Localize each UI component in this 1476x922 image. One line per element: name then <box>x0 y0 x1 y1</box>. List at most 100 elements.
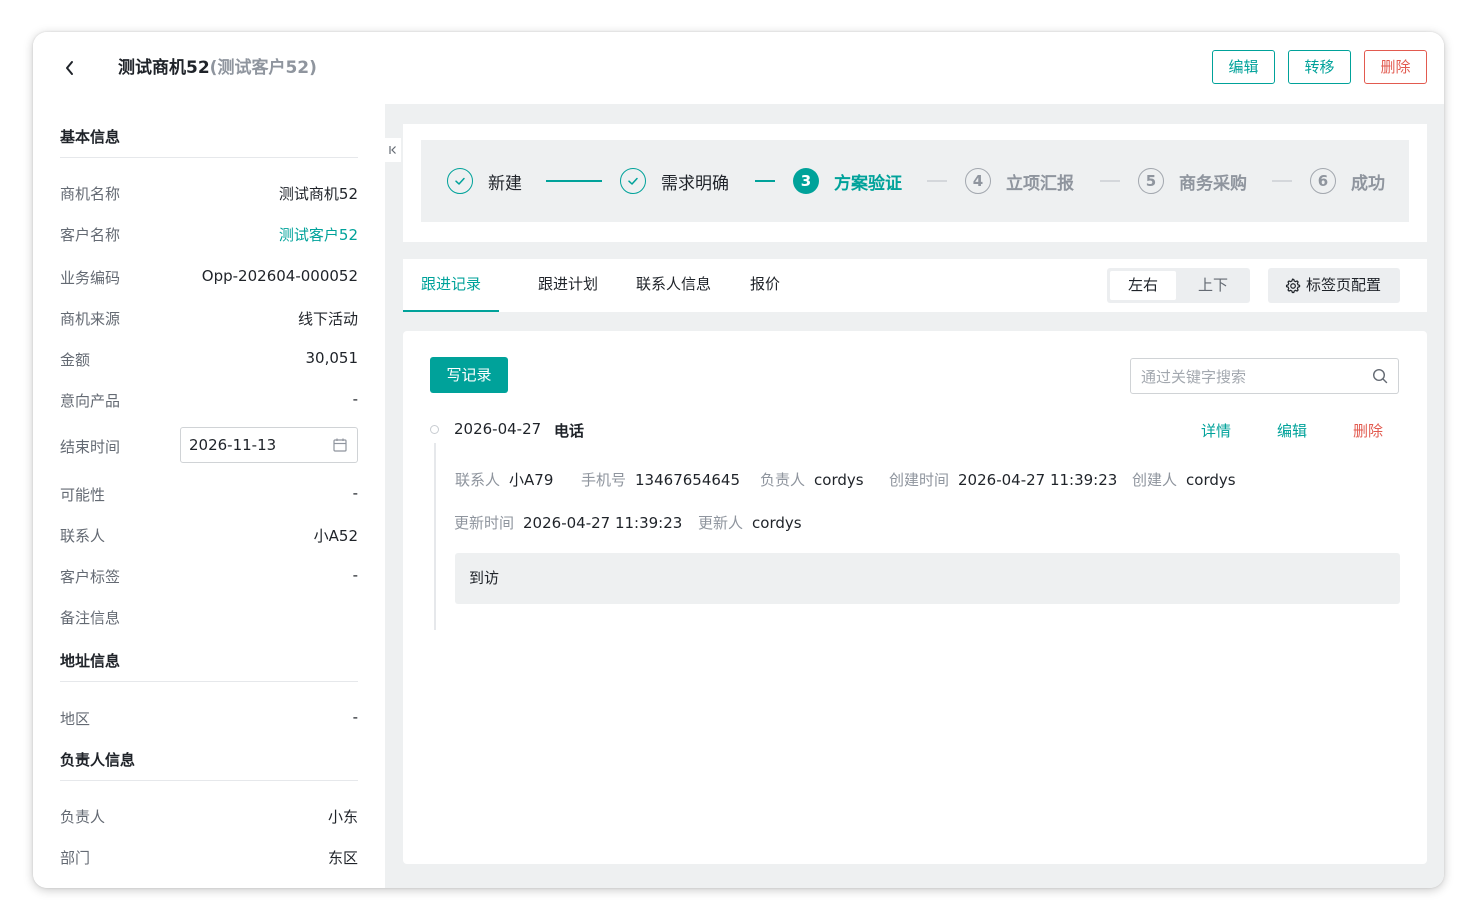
transfer-button[interactable]: 转移 <box>1288 50 1351 84</box>
field-value: 东区 <box>327 849 358 867</box>
field-label: 客户标签 <box>60 568 121 586</box>
content-panel: 新建 需求明确 3 方案验证 4 立项汇报 5 商务采购 6 成功 跟进记录 跟… <box>385 104 1444 888</box>
record-delete-link[interactable]: 删除 <box>1353 420 1383 441</box>
record-edit-link[interactable]: 编辑 <box>1277 420 1307 441</box>
field-label: 商机来源 <box>60 310 121 328</box>
step-label: 方案验证 <box>834 173 902 194</box>
info-panel: 基本信息 商机名称 测试商机52 客户名称 测试客户52 业务编码 Opp-20… <box>33 104 385 888</box>
step-label: 新建 <box>488 173 522 194</box>
step-6[interactable]: 6 成功 <box>1310 140 1385 222</box>
record-content: 到访 <box>455 553 1400 604</box>
meta-key: 负责人 <box>760 471 806 489</box>
step-number: 3 <box>793 168 819 194</box>
meta-key: 创建时间 <box>889 471 950 489</box>
tab-bar: 跟进记录 跟进计划 联系人信息 报价 左右 上下 标签页配置 <box>403 259 1427 312</box>
record-created-time: 创建时间 2026-04-27 11:39:23 <box>889 469 1117 490</box>
step-4[interactable]: 4 立项汇报 <box>965 140 1074 222</box>
calendar-icon <box>333 438 347 452</box>
step-number: 6 <box>1310 168 1336 194</box>
record-updated-time: 更新时间 2026-04-27 11:39:23 <box>454 512 682 533</box>
field-value: 线下活动 <box>297 310 358 328</box>
meta-value: cordys <box>752 514 802 532</box>
step-connector <box>927 180 947 182</box>
meta-key: 创建人 <box>1132 471 1178 489</box>
search-icon[interactable] <box>1372 368 1388 384</box>
check-icon <box>447 168 473 194</box>
collapse-panel-button[interactable] <box>385 138 401 162</box>
section-title-address: 地址信息 <box>60 652 121 670</box>
write-record-button[interactable]: 写记录 <box>430 357 508 393</box>
step-connector <box>755 180 775 182</box>
tab-follow-plan[interactable]: 跟进计划 <box>520 259 616 312</box>
meta-value: 小A79 <box>509 471 554 489</box>
record-creator: 创建人 cordys <box>1132 469 1236 490</box>
field-label: 可能性 <box>60 486 106 504</box>
stage-steps-card: 新建 需求明确 3 方案验证 4 立项汇报 5 商务采购 6 成功 <box>403 124 1427 242</box>
detail-drawer: 测试商机52(测试客户52) 编辑 转移 删除 基本信息 商机名称 测试商机52… <box>33 32 1444 888</box>
layout-toggle: 左右 上下 <box>1107 268 1250 303</box>
field-label: 金额 <box>60 351 91 369</box>
field-label: 地区 <box>60 710 91 728</box>
tab-config-button[interactable]: 标签页配置 <box>1268 268 1400 303</box>
step-label: 成功 <box>1351 173 1385 194</box>
stage-steps: 新建 需求明确 3 方案验证 4 立项汇报 5 商务采购 6 成功 <box>421 140 1409 222</box>
field-value: 小A52 <box>313 527 358 545</box>
delete-button[interactable]: 删除 <box>1364 50 1427 84</box>
drawer-header: 测试商机52(测试客户52) 编辑 转移 删除 <box>33 32 1444 104</box>
timeline-dot <box>430 425 439 434</box>
meta-value: 13467654645 <box>635 471 740 489</box>
field-value: - <box>352 566 358 584</box>
tab-quote[interactable]: 报价 <box>732 259 798 312</box>
step-number: 4 <box>965 168 991 194</box>
layout-left-right[interactable]: 左右 <box>1110 271 1176 300</box>
field-value: 测试商机52 <box>278 185 358 203</box>
meta-value: cordys <box>814 471 864 489</box>
edit-button[interactable]: 编辑 <box>1212 50 1275 84</box>
customer-link[interactable]: 测试客户52 <box>279 224 358 245</box>
end-date-value: 2026-11-13 <box>189 436 277 454</box>
section-title-owner: 负责人信息 <box>60 751 136 769</box>
chevron-left-icon <box>66 61 73 75</box>
search-input[interactable] <box>1139 365 1363 389</box>
step-2[interactable]: 需求明确 <box>620 140 729 222</box>
meta-key: 更新时间 <box>454 514 515 532</box>
field-label: 联系人 <box>60 527 106 545</box>
field-label: 业务编码 <box>60 269 121 287</box>
end-date-picker[interactable]: 2026-11-13 <box>180 427 358 463</box>
field-label: 部门 <box>60 849 91 867</box>
back-button[interactable] <box>58 54 82 82</box>
field-value: Opp-202604-000052 <box>201 267 358 285</box>
field-value: - <box>352 708 358 726</box>
collapse-left-icon <box>389 146 396 154</box>
search-box <box>1130 358 1399 394</box>
step-label: 商务采购 <box>1179 173 1247 194</box>
meta-key: 手机号 <box>581 471 627 489</box>
tab-follow-records[interactable]: 跟进记录 <box>403 259 500 312</box>
meta-value: 2026-04-27 11:39:23 <box>958 471 1118 489</box>
field-label: 客户名称 <box>60 226 121 244</box>
field-label: 商机名称 <box>60 185 121 203</box>
meta-value: cordys <box>1186 471 1236 489</box>
record-owner: 负责人 cordys <box>760 469 864 490</box>
step-connector <box>1272 180 1292 182</box>
step-5[interactable]: 5 商务采购 <box>1138 140 1247 222</box>
record-detail-link[interactable]: 详情 <box>1201 420 1231 441</box>
step-label: 需求明确 <box>661 173 729 194</box>
step-connector <box>1100 180 1120 182</box>
record-contact: 联系人 小A79 <box>455 469 553 490</box>
meta-key: 联系人 <box>455 471 501 489</box>
field-label: 结束时间 <box>60 438 121 456</box>
tab-contacts[interactable]: 联系人信息 <box>618 259 729 312</box>
timeline-line <box>434 443 436 630</box>
step-1[interactable]: 新建 <box>447 140 522 222</box>
field-label: 意向产品 <box>60 392 121 410</box>
field-value: - <box>352 484 358 502</box>
meta-value: 2026-04-27 11:39:23 <box>523 514 683 532</box>
record-date: 2026-04-27 <box>454 420 542 438</box>
record-updater: 更新人 cordys <box>698 512 802 533</box>
divider <box>60 780 358 781</box>
layout-top-bottom[interactable]: 上下 <box>1179 271 1247 300</box>
customer-name-sub: (测试客户52) <box>209 58 317 78</box>
field-label: 负责人 <box>60 808 106 826</box>
step-3[interactable]: 3 方案验证 <box>793 140 902 222</box>
